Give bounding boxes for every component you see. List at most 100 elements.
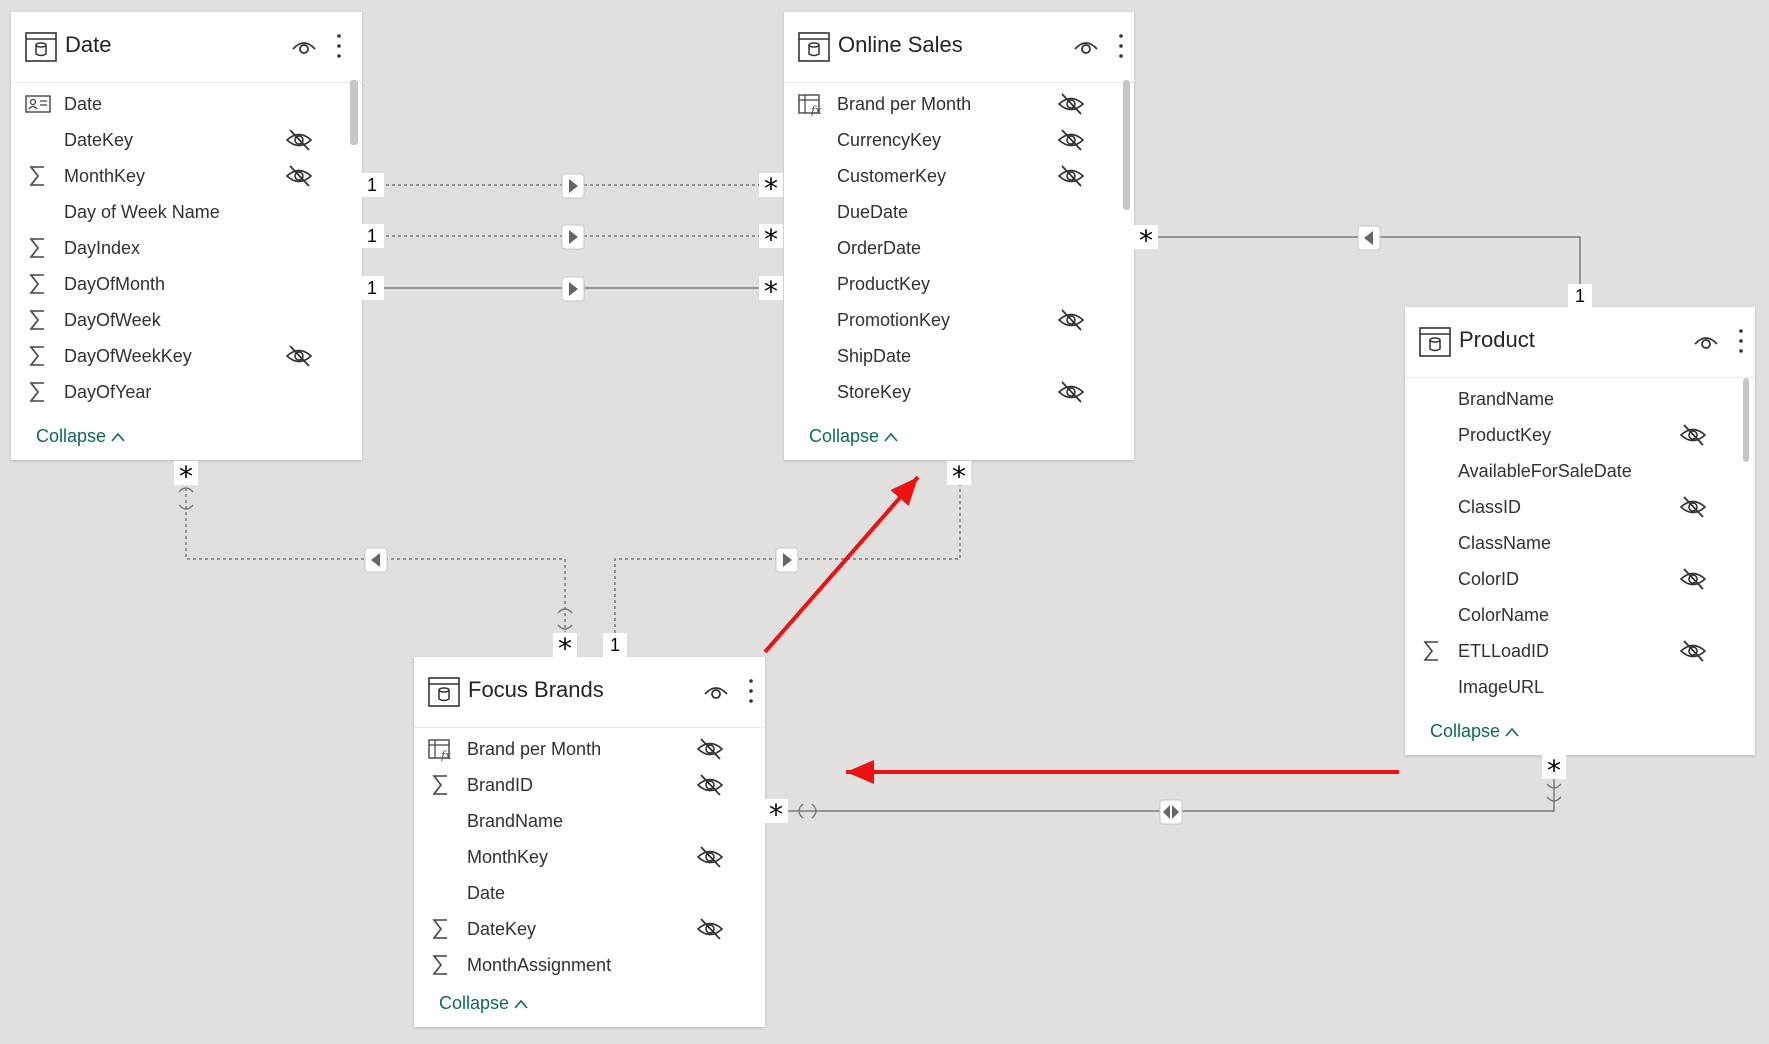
field-row[interactable]: Date <box>414 875 765 911</box>
more-options-icon[interactable] <box>334 30 344 62</box>
table-header: Date <box>11 12 362 83</box>
sigma-icon <box>25 236 51 260</box>
cardinality-arc-icon <box>557 608 573 614</box>
hidden-field-icon[interactable] <box>1678 567 1708 591</box>
field-name: MonthKey <box>64 166 146 186</box>
collapse-link[interactable]: Collapse <box>809 424 899 448</box>
field-row[interactable]: DateKey <box>414 911 765 947</box>
online-sales-table-card[interactable]: Online Sales fx Brand per Month CurrencyKey… <box>784 12 1134 460</box>
field-row[interactable]: ProductKey <box>1405 417 1755 453</box>
field-row[interactable]: StoreKey <box>784 374 1134 410</box>
focus-brands-table-card[interactable]: Focus Brands fx Brand per Month BrandID Bran… <box>414 657 765 1027</box>
field-name: BrandName <box>467 811 564 831</box>
field-row[interactable]: ColorName <box>1405 597 1755 633</box>
cardinality-many-marker: * <box>553 633 577 657</box>
hidden-field-icon[interactable] <box>1678 639 1708 663</box>
hidden-field-icon[interactable] <box>1678 423 1708 447</box>
field-row[interactable]: MonthKey <box>11 158 362 194</box>
field-row[interactable]: DayOfMonth <box>11 266 362 302</box>
visibility-eye-icon[interactable] <box>290 34 318 60</box>
model-diagram-canvas[interactable]: Date Date DateKey MonthKey Day of Week Name D… <box>0 0 1769 1044</box>
field-row[interactable]: fx Brand per Month <box>414 731 765 767</box>
chevron-up-icon <box>1500 721 1520 741</box>
field-row[interactable]: ColorID <box>1405 561 1755 597</box>
visibility-eye-icon[interactable] <box>702 679 730 705</box>
scrollbar[interactable] <box>1743 378 1749 462</box>
date-table-card[interactable]: Date Date DateKey MonthKey Day of Week Name D… <box>11 12 362 460</box>
field-name: MonthKey <box>467 847 549 867</box>
cardinality-one-marker: 1 <box>1568 284 1592 308</box>
field-name: MonthAssignment <box>467 955 612 975</box>
hidden-field-icon[interactable] <box>1056 128 1086 152</box>
field-row[interactable]: MonthKey <box>414 839 765 875</box>
hidden-field-icon[interactable] <box>1056 92 1086 116</box>
table-icon <box>1419 327 1451 357</box>
field-row[interactable]: AvailableForSaleDate <box>1405 453 1755 489</box>
field-row[interactable]: ShipDate <box>784 338 1134 374</box>
field-name: OrderDate <box>837 238 922 258</box>
hidden-field-icon[interactable] <box>1056 164 1086 188</box>
field-row[interactable]: Day of Week Name <box>11 194 362 230</box>
field-row[interactable]: MonthAssignment <box>414 947 765 983</box>
filter-direction-arrow-icon <box>1357 225 1381 251</box>
field-name: StoreKey <box>837 382 912 402</box>
field-row[interactable]: DayIndex <box>11 230 362 266</box>
cardinality-one-marker: 1 <box>360 224 384 248</box>
field-name: BrandName <box>1458 389 1555 409</box>
field-row[interactable]: ClassName <box>1405 525 1755 561</box>
field-name: AvailableForSaleDate <box>1458 461 1632 481</box>
field-row[interactable]: ImageURL <box>1405 669 1755 705</box>
sigma-icon <box>428 773 454 797</box>
more-options-icon[interactable] <box>1736 325 1746 357</box>
field-row[interactable]: CustomerKey <box>784 158 1134 194</box>
field-name: Brand per Month <box>837 94 972 114</box>
field-row[interactable]: BrandName <box>1405 381 1755 417</box>
scrollbar[interactable] <box>1123 80 1130 210</box>
scrollbar[interactable] <box>350 80 358 145</box>
field-row[interactable]: BrandName <box>414 803 765 839</box>
field-row[interactable]: Date <box>11 86 362 122</box>
field-row[interactable]: BrandID <box>414 767 765 803</box>
field-row[interactable]: ETLLoadID <box>1405 633 1755 669</box>
relationship-line[interactable] <box>1134 236 1581 307</box>
hidden-field-icon[interactable] <box>284 128 314 152</box>
more-options-icon[interactable] <box>1116 30 1126 62</box>
field-name: ProductKey <box>1458 425 1552 445</box>
chevron-up-icon <box>106 426 126 446</box>
svg-text:fx: fx <box>440 749 452 761</box>
visibility-eye-icon[interactable] <box>1072 34 1100 60</box>
hidden-field-icon[interactable] <box>284 164 314 188</box>
field-row[interactable]: DateKey <box>11 122 362 158</box>
field-row[interactable]: OrderDate <box>784 230 1134 266</box>
table-title: Online Sales <box>838 32 963 57</box>
field-row[interactable]: DayOfWeek <box>11 302 362 338</box>
field-row[interactable]: DayOfWeekKey <box>11 338 362 374</box>
sigma-icon <box>25 344 51 368</box>
field-row[interactable]: fx Brand per Month <box>784 86 1134 122</box>
collapse-link[interactable]: Collapse <box>1430 719 1520 743</box>
collapse-link[interactable]: Collapse <box>439 991 529 1015</box>
hidden-field-icon[interactable] <box>695 917 725 941</box>
hidden-field-icon[interactable] <box>695 773 725 797</box>
field-row[interactable]: DayOfYear <box>11 374 362 410</box>
calc-table-icon: fx <box>798 92 824 117</box>
hidden-field-icon[interactable] <box>695 737 725 761</box>
hidden-field-icon[interactable] <box>1056 308 1086 332</box>
product-table-card[interactable]: Product BrandName ProductKey AvailableForSa… <box>1405 307 1755 755</box>
field-row[interactable]: PromotionKey <box>784 302 1134 338</box>
field-name: ImageURL <box>1458 677 1545 697</box>
hidden-field-icon[interactable] <box>1678 495 1708 519</box>
field-row[interactable]: ClassID <box>1405 489 1755 525</box>
table-title: Focus Brands <box>468 677 604 702</box>
more-options-icon[interactable] <box>746 675 756 707</box>
sigma-icon <box>428 917 454 941</box>
visibility-eye-icon[interactable] <box>1692 329 1720 355</box>
sigma-icon <box>25 164 51 188</box>
field-row[interactable]: CurrencyKey <box>784 122 1134 158</box>
collapse-link[interactable]: Collapse <box>36 424 126 448</box>
field-row[interactable]: ProductKey <box>784 266 1134 302</box>
hidden-field-icon[interactable] <box>284 344 314 368</box>
hidden-field-icon[interactable] <box>1056 380 1086 404</box>
field-row[interactable]: DueDate <box>784 194 1134 230</box>
hidden-field-icon[interactable] <box>695 845 725 869</box>
